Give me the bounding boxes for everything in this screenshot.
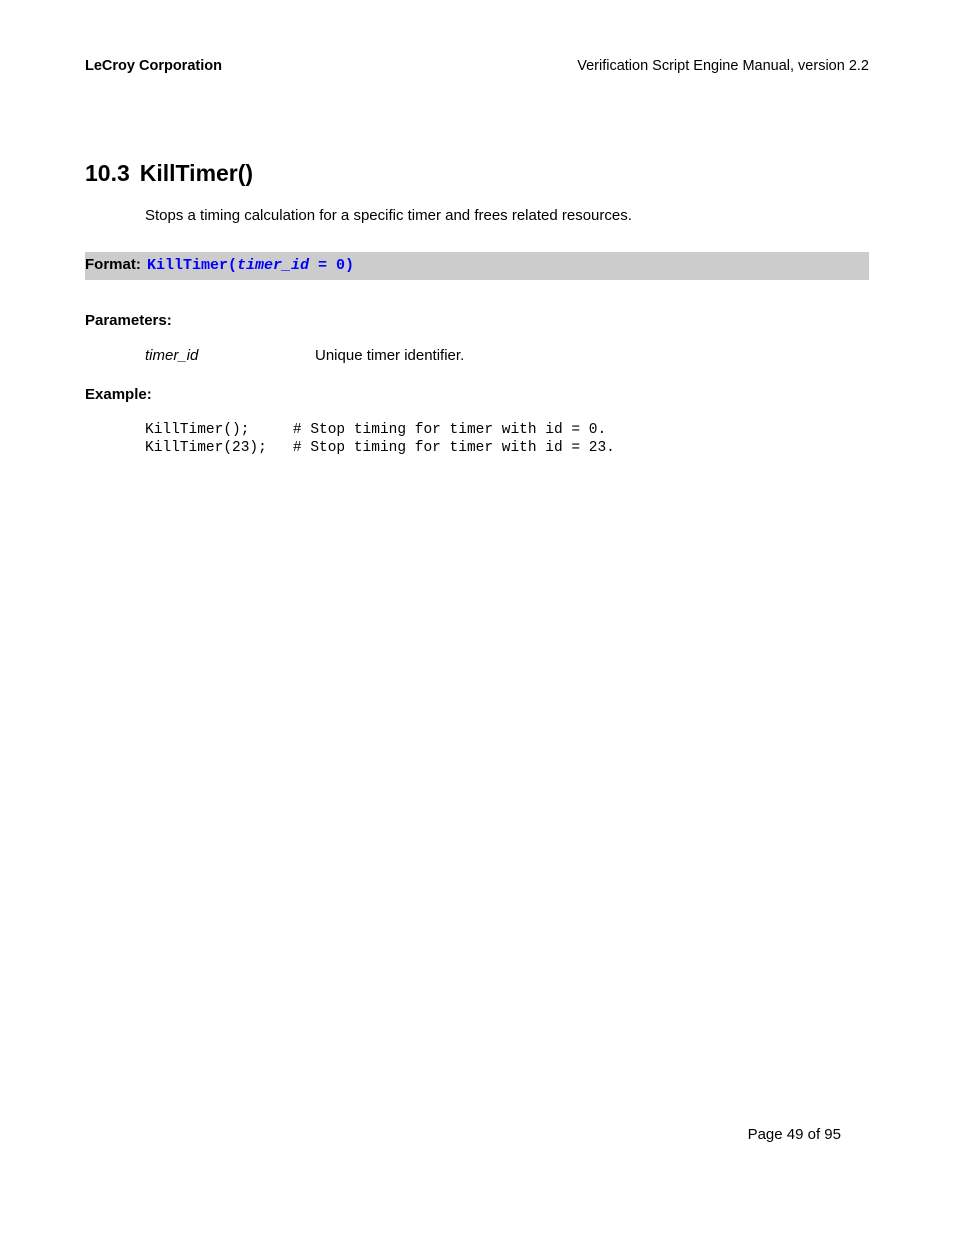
parameter-row: timer_idUnique timer identifier. bbox=[145, 347, 869, 364]
page: LeCroy Corporation Verification Script E… bbox=[0, 0, 954, 1235]
parameter-desc: Unique timer identifier. bbox=[315, 347, 464, 364]
section-description: Stops a timing calculation for a specifi… bbox=[145, 207, 869, 224]
example-code: KillTimer(); # Stop timing for timer wit… bbox=[145, 421, 869, 457]
page-header: LeCroy Corporation Verification Script E… bbox=[85, 58, 869, 74]
format-label: Format: bbox=[85, 256, 141, 273]
section-number: 10.3 bbox=[85, 160, 130, 187]
section-heading: 10.3 KillTimer() bbox=[85, 160, 869, 187]
format-code: KillTimer(timer_id = 0) bbox=[147, 257, 354, 274]
format-func-open: KillTimer( bbox=[147, 257, 237, 274]
page-content: 10.3 KillTimer() Stops a timing calculati… bbox=[85, 160, 869, 457]
header-doc-title: Verification Script Engine Manual, versi… bbox=[577, 58, 869, 74]
format-bar: Format: KillTimer(timer_id = 0) bbox=[85, 252, 869, 280]
page-footer: Page 49 of 95 bbox=[748, 1126, 841, 1143]
parameters-heading: Parameters: bbox=[85, 312, 869, 329]
format-assign: = 0) bbox=[309, 257, 354, 274]
example-heading: Example: bbox=[85, 386, 869, 403]
parameter-name: timer_id bbox=[145, 347, 315, 364]
header-company: LeCroy Corporation bbox=[85, 58, 222, 74]
section-title: KillTimer() bbox=[140, 160, 253, 186]
format-param: timer_id bbox=[237, 257, 309, 274]
